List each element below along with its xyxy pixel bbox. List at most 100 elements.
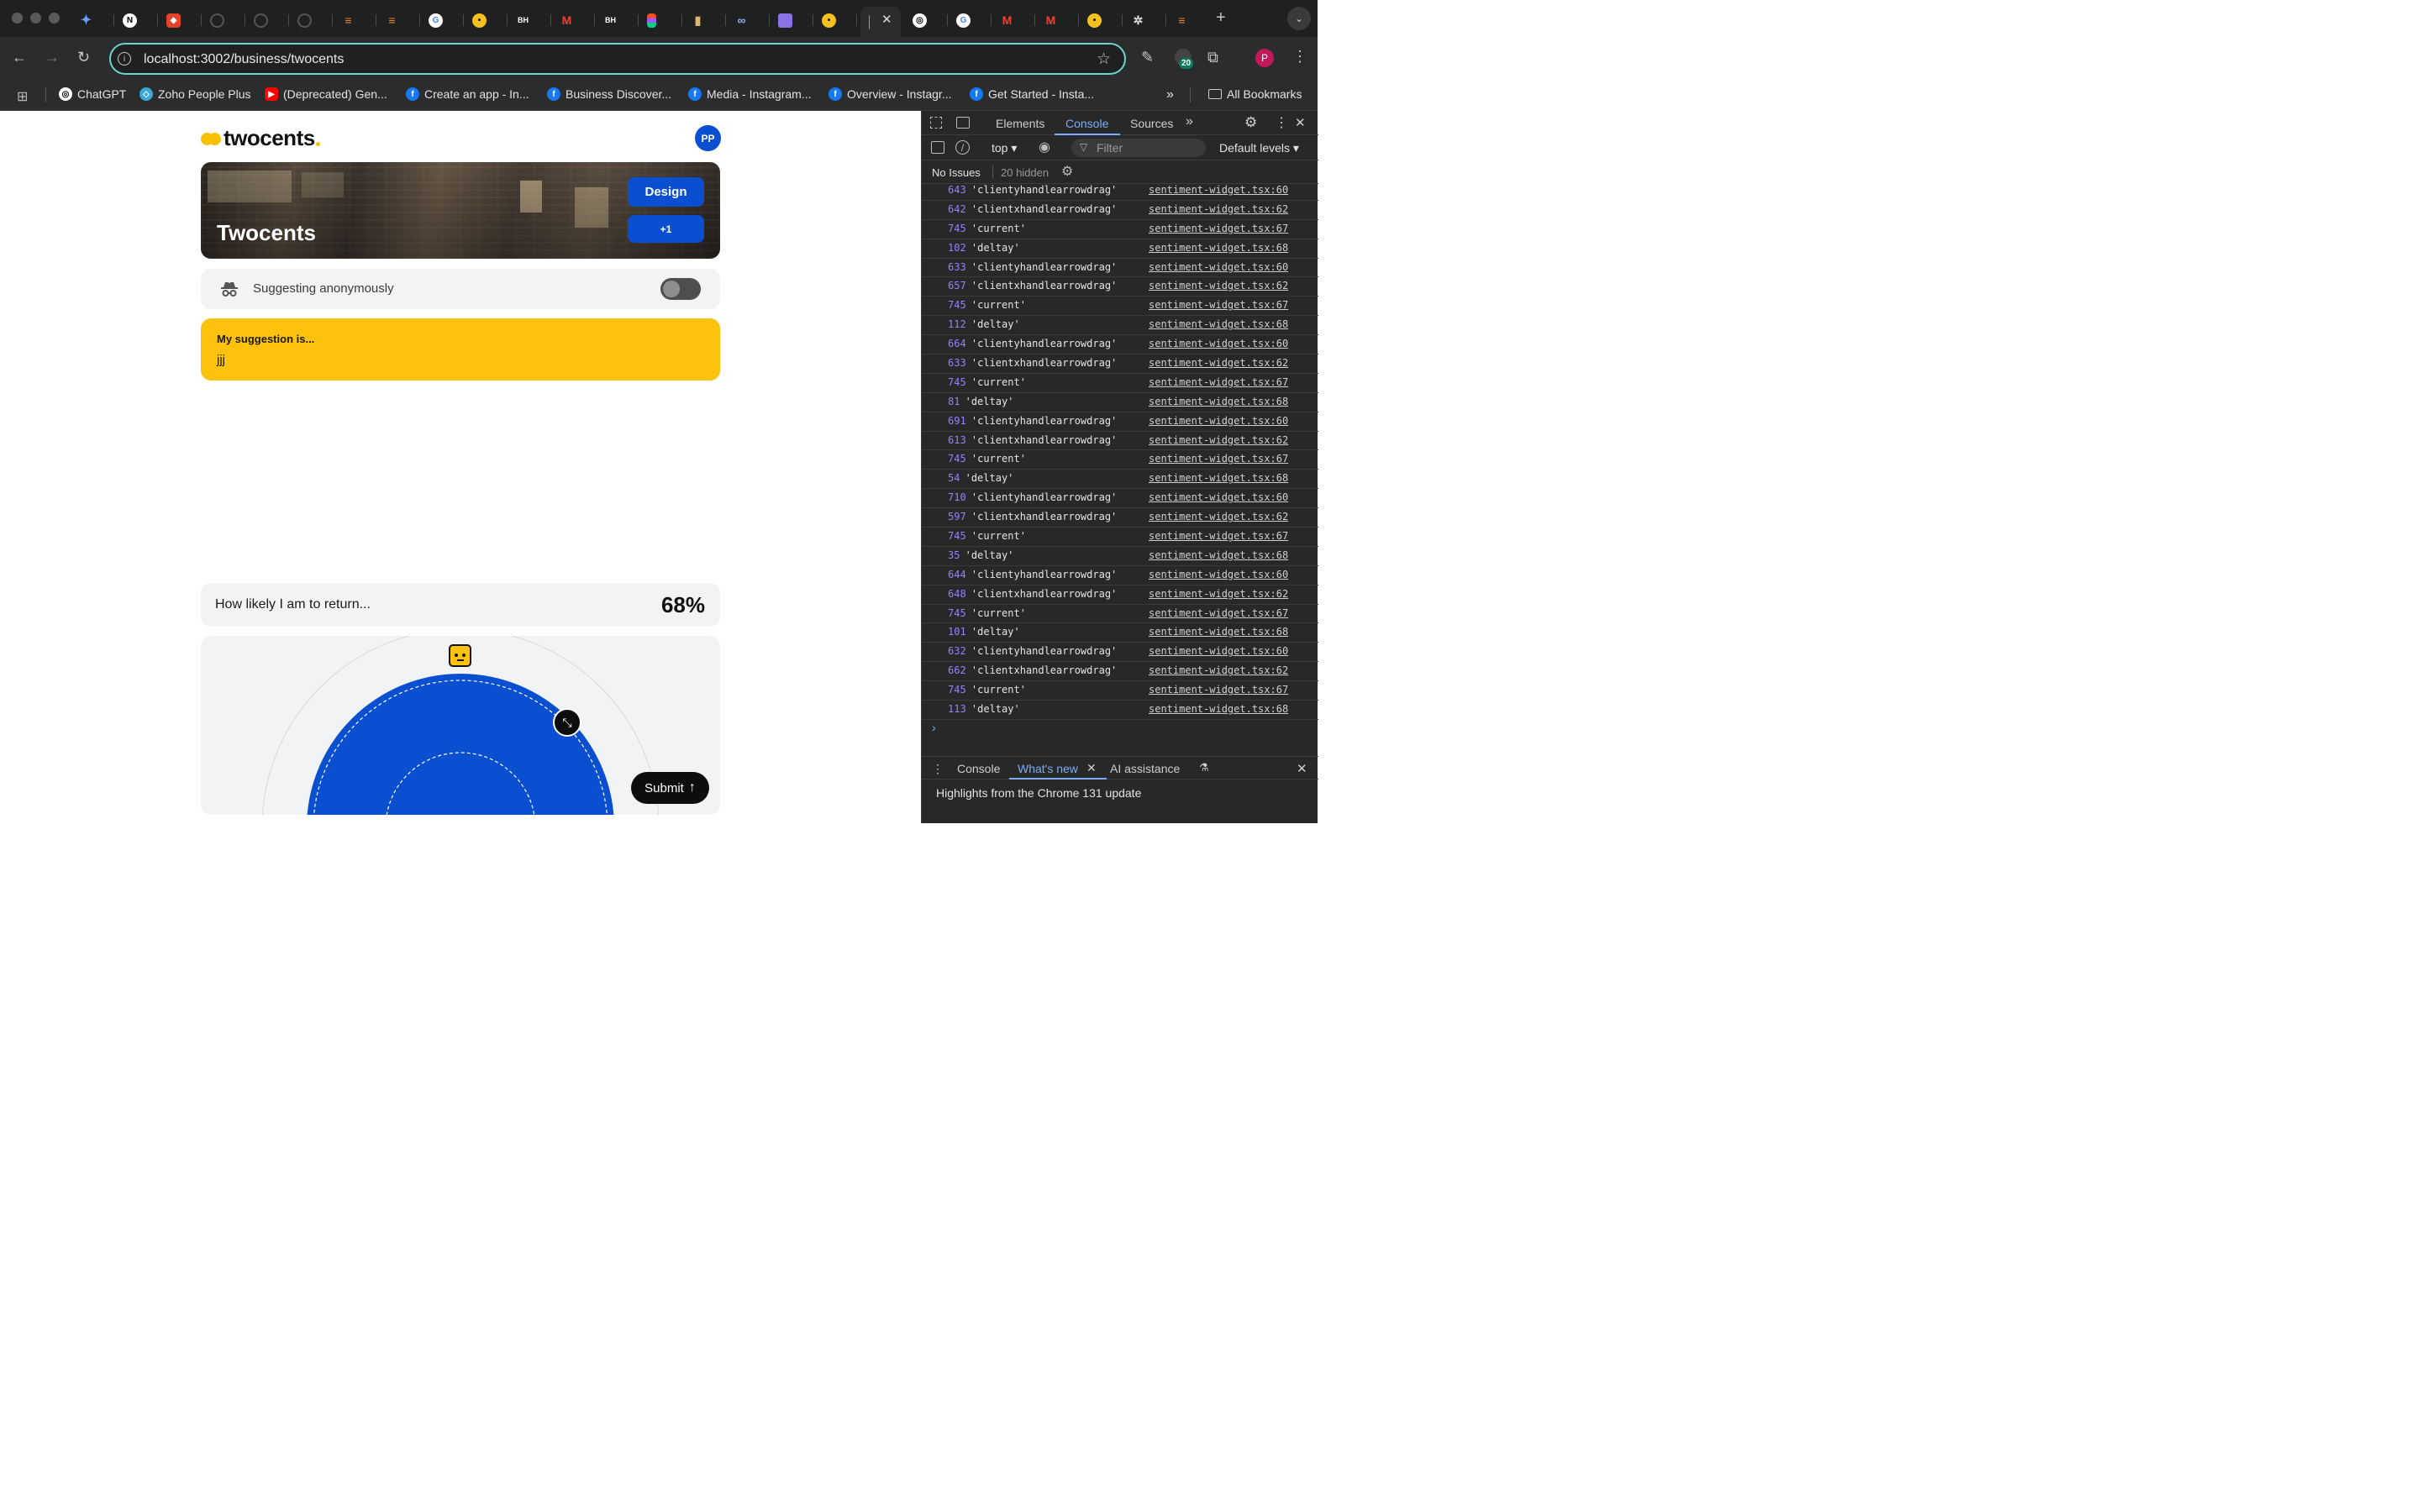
browser-tab[interactable]: ◆ [158,7,202,34]
log-source-link[interactable]: sentiment-widget.tsx:60 [1149,184,1288,196]
browser-tab[interactable]: M [992,7,1035,34]
extension-pen-icon[interactable]: ✎ [1141,50,1154,65]
close-whats-new-icon[interactable]: ✕ [1086,761,1097,775]
submit-button[interactable]: Submit ↑ [631,772,709,804]
category-tag-design[interactable]: Design [628,177,704,207]
maximize-window-button[interactable] [49,13,60,24]
address-bar[interactable]: i localhost:3002/business/twocents ☆ [109,43,1126,75]
log-source-link[interactable]: sentiment-widget.tsx:60 [1149,645,1288,657]
log-source-link[interactable]: sentiment-widget.tsx:68 [1149,242,1288,254]
back-button[interactable]: ← [12,50,27,65]
log-source-link[interactable]: sentiment-widget.tsx:62 [1149,357,1288,369]
browser-tab[interactable]: ◎ [904,7,948,34]
log-source-link[interactable]: sentiment-widget.tsx:60 [1149,261,1288,273]
console-prompt[interactable]: › [932,721,936,734]
inspect-element-icon[interactable] [930,117,942,129]
close-devtools-icon[interactable]: ✕ [1295,115,1306,130]
log-source-link[interactable]: sentiment-widget.tsx:60 [1149,569,1288,580]
drag-handle-icon[interactable]: ⤡ [553,708,581,737]
drawer-tab-whats-new[interactable]: What's new [1018,762,1078,775]
log-source-link[interactable]: sentiment-widget.tsx:68 [1149,549,1288,561]
log-source-link[interactable]: sentiment-widget.tsx:68 [1149,396,1288,407]
browser-tab[interactable]: M [1035,7,1079,34]
profile-avatar[interactable]: P [1255,49,1274,67]
browser-tab[interactable] [770,7,813,34]
browser-tab-active[interactable]: ✕ [860,7,901,37]
log-source-link[interactable]: sentiment-widget.tsx:62 [1149,434,1288,446]
close-drawer-icon[interactable]: ✕ [1297,761,1307,776]
log-source-link[interactable]: sentiment-widget.tsx:67 [1149,530,1288,542]
log-source-link[interactable]: sentiment-widget.tsx:60 [1149,491,1288,503]
forward-button[interactable]: → [45,50,60,65]
browser-tab[interactable]: ▮ [682,7,726,34]
bookmark-star-icon[interactable]: ☆ [1097,50,1111,69]
settings-icon[interactable]: ⚙ [1244,114,1257,131]
log-source-link[interactable]: sentiment-widget.tsx:67 [1149,223,1288,234]
log-source-link[interactable]: sentiment-widget.tsx:68 [1149,703,1288,715]
minimize-window-button[interactable] [30,13,41,24]
console-settings-icon[interactable]: ⚙ [1061,163,1073,180]
log-source-link[interactable]: sentiment-widget.tsx:67 [1149,453,1288,465]
devtools-menu-icon[interactable]: ⋮ [1275,114,1288,131]
suggestion-input[interactable]: jjj [217,353,225,367]
tab-console[interactable]: Console [1065,117,1108,130]
browser-tab[interactable] [289,7,333,34]
browser-tab[interactable] [202,7,245,34]
new-tab-button[interactable]: + [1216,9,1226,26]
category-tag-more[interactable]: +1 [628,215,704,243]
bookmark-item[interactable]: ◇ Zoho People Plus [139,87,251,101]
browser-tab[interactable]: ✲ [1123,7,1166,34]
browser-tab[interactable]: ≡ [1166,7,1210,34]
log-source-link[interactable]: sentiment-widget.tsx:68 [1149,318,1288,330]
bookmark-item[interactable]: ◎ ChatGPT [59,87,126,101]
tab-search-button[interactable]: ⌄ [1287,7,1311,30]
browser-tab[interactable]: • [1079,7,1123,34]
browser-tab[interactable]: ✦ [71,7,114,34]
browser-tab[interactable]: G [948,7,992,34]
log-source-link[interactable]: sentiment-widget.tsx:60 [1149,338,1288,349]
bookmark-item[interactable]: f Get Started - Insta... [970,87,1094,101]
drawer-tab-console[interactable]: Console [957,762,1000,775]
site-info-icon[interactable]: i [118,52,131,66]
log-source-link[interactable]: sentiment-widget.tsx:62 [1149,664,1288,676]
suggestion-box[interactable]: My suggestion is... jjj [201,318,720,381]
log-levels-select[interactable]: Default levels ▾ [1219,141,1299,155]
issues-count[interactable]: No Issues [932,166,981,179]
sidebar-toggle-icon[interactable] [931,141,944,154]
console-filter-input[interactable]: ▽ Filter [1071,139,1206,157]
log-source-link[interactable]: sentiment-widget.tsx:60 [1149,415,1288,427]
browser-tab[interactable]: ≡ [333,7,376,34]
browser-tab[interactable] [639,7,682,34]
apps-grid-icon[interactable]: ⊞ [17,88,28,105]
log-source-link[interactable]: sentiment-widget.tsx:67 [1149,376,1288,388]
browser-tab[interactable] [245,7,289,34]
bookmark-item[interactable]: ▶ (Deprecated) Gen... [265,87,387,101]
tab-sources[interactable]: Sources [1130,117,1173,130]
browser-tab[interactable]: BH [508,7,551,34]
all-bookmarks[interactable]: All Bookmarks [1190,87,1302,102]
log-source-link[interactable]: sentiment-widget.tsx:62 [1149,203,1288,215]
log-source-link[interactable]: sentiment-widget.tsx:62 [1149,588,1288,600]
browser-menu-icon[interactable]: ⋮ [1292,49,1307,64]
drawer-tab-ai-assistance[interactable]: AI assistance [1110,762,1180,775]
browser-tab[interactable]: ∞ [726,7,770,34]
log-source-link[interactable]: sentiment-widget.tsx:62 [1149,280,1288,291]
bookmark-item[interactable]: f Media - Instagram... [688,87,812,101]
more-tabs-icon[interactable]: » [1186,114,1193,129]
twocents-logo[interactable]: twocents [201,125,320,151]
browser-tab[interactable]: ≡ [376,7,420,34]
browser-tab[interactable]: • [464,7,508,34]
bookmark-item[interactable]: f Business Discover... [547,87,671,101]
browser-tab[interactable]: • [813,7,857,34]
log-source-link[interactable]: sentiment-widget.tsx:67 [1149,684,1288,696]
log-source-link[interactable]: sentiment-widget.tsx:62 [1149,511,1288,522]
browser-tab[interactable]: BH [595,7,639,34]
browser-tab[interactable]: N [114,7,158,34]
browser-tab[interactable]: G [420,7,464,34]
log-source-link[interactable]: sentiment-widget.tsx:68 [1149,626,1288,638]
context-selector[interactable]: top ▾ [992,141,1017,155]
drawer-menu-icon[interactable]: ⋮ [932,762,944,776]
bookmarks-overflow[interactable]: » [1166,87,1174,102]
clear-console-icon[interactable]: / [955,140,970,155]
browser-tab[interactable]: M [551,7,595,34]
